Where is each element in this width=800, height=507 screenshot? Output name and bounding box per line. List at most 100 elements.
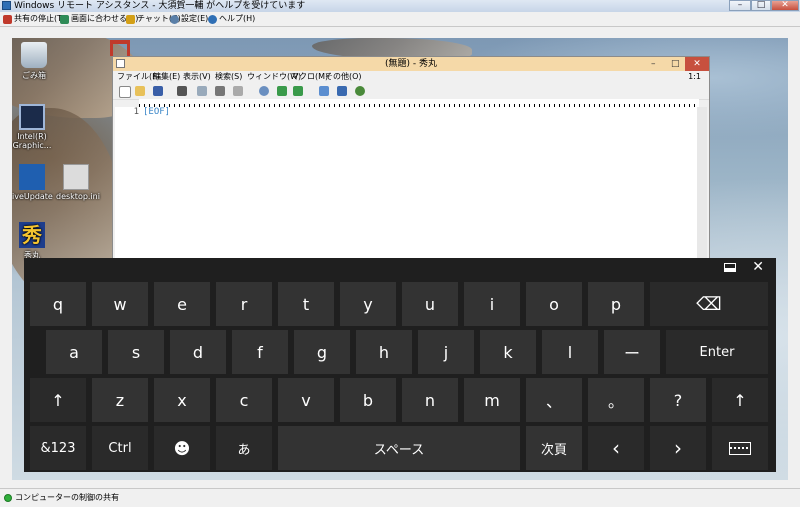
help-button[interactable]: ヘルプ(H) (208, 12, 255, 26)
search-icon[interactable] (259, 86, 269, 96)
key-n[interactable]: n (402, 378, 458, 422)
key-s[interactable]: s (108, 330, 164, 374)
recycle-bin-icon (21, 42, 47, 68)
editor-maximize-button[interactable]: □ (671, 59, 680, 69)
window-titlebar: Windows リモート アシスタンス - 大須賀一輔 がヘルプを受けています … (0, 0, 800, 12)
key-f[interactable]: f (232, 330, 288, 374)
key-x[interactable]: x (154, 378, 210, 422)
stop-share-icon (3, 14, 12, 24)
desktop-icon-intel-graphics[interactable]: Intel(R) Graphic... (12, 104, 52, 150)
help-label: ヘルプ(H) (219, 14, 256, 23)
window-icon[interactable] (337, 86, 347, 96)
key-v[interactable]: v (278, 378, 334, 422)
touch-keyboard: ✕ q w e r t y u i o p ⌫ a s d f g h j k … (24, 258, 776, 472)
key-q[interactable]: q (30, 282, 86, 326)
hidemaru-icon: 秀 (19, 222, 45, 248)
menu-macro[interactable]: マクロ(M) (291, 71, 328, 83)
key-c[interactable]: c (216, 378, 272, 422)
macro-icon[interactable] (355, 86, 365, 96)
right-arrow-key[interactable]: › (650, 426, 706, 470)
menu-search[interactable]: 検索(S) (215, 71, 242, 83)
key-l[interactable]: l (542, 330, 598, 374)
key-w[interactable]: w (92, 282, 148, 326)
key-m[interactable]: m (464, 378, 520, 422)
settings-icon (170, 14, 179, 24)
key-a[interactable]: a (46, 330, 102, 374)
key-question[interactable]: ? (650, 378, 706, 422)
shift-key-right[interactable]: ↑ (712, 378, 768, 422)
cursor-position: 1:1 (688, 72, 701, 81)
key-z[interactable]: z (92, 378, 148, 422)
desktop-icon-liveupdate[interactable]: iveUpdate (12, 164, 53, 201)
undo-icon[interactable] (177, 86, 187, 96)
menu-view[interactable]: 表示(V) (183, 71, 211, 83)
kana-key[interactable]: あ (216, 426, 272, 470)
enter-key[interactable]: Enter (666, 330, 768, 374)
key-u[interactable]: u (402, 282, 458, 326)
key-r[interactable]: r (216, 282, 272, 326)
desktop-icon-recycle-bin[interactable]: ごみ箱 (14, 42, 54, 81)
copy-icon[interactable] (197, 86, 207, 96)
asus-icon (19, 164, 45, 190)
key-period[interactable]: 。 (588, 378, 644, 422)
key-y[interactable]: y (340, 282, 396, 326)
eof-marker: [EOF] (143, 107, 171, 117)
key-p[interactable]: p (588, 282, 644, 326)
cut-icon[interactable] (215, 86, 225, 96)
key-b[interactable]: b (340, 378, 396, 422)
key-g[interactable]: g (294, 330, 350, 374)
search-down-icon[interactable] (277, 86, 287, 96)
status-text: コンピューターの制御の共有 (15, 493, 119, 502)
stop-share-button[interactable]: 共有の停止(T) (3, 12, 65, 26)
keyboard-close-button[interactable]: ✕ (752, 259, 764, 275)
file-icon (63, 164, 89, 190)
status-bar: コンピューターの制御の共有 (0, 488, 800, 507)
line-number: 1 (133, 107, 139, 117)
key-d[interactable]: d (170, 330, 226, 374)
key-h[interactable]: h (356, 330, 412, 374)
desktop-icon-desktop-ini[interactable]: desktop.ini (56, 164, 100, 201)
menu-edit[interactable]: 編集(E) (153, 71, 180, 83)
key-j[interactable]: j (418, 330, 474, 374)
emoji-icon[interactable]: ☻ (154, 426, 210, 470)
numsym-key[interactable]: &123 (30, 426, 86, 470)
left-arrow-key[interactable]: ‹ (588, 426, 644, 470)
torii-gate (110, 40, 130, 56)
menu-other[interactable]: その他(O) (325, 71, 362, 83)
key-k[interactable]: k (480, 330, 536, 374)
key-comma[interactable]: 、 (526, 378, 582, 422)
key-t[interactable]: t (278, 282, 334, 326)
space-key[interactable]: スペース (278, 426, 520, 470)
save-icon[interactable] (153, 86, 163, 96)
editor-ruler (139, 99, 699, 107)
key-long-vowel[interactable]: ー (604, 330, 660, 374)
connection-status-icon (4, 494, 12, 502)
search-up-icon[interactable] (293, 86, 303, 96)
key-e[interactable]: e (154, 282, 210, 326)
paste-icon[interactable] (233, 86, 243, 96)
close-button[interactable]: ✕ (771, 0, 799, 11)
settings-button[interactable]: 設定(E) (170, 12, 208, 26)
chat-icon (126, 14, 135, 24)
remote-assistance-icon (2, 1, 11, 10)
new-file-icon[interactable] (119, 86, 131, 98)
fit-screen-icon (60, 14, 69, 24)
key-i[interactable]: i (464, 282, 520, 326)
editor-close-button[interactable]: ✕ (685, 57, 709, 71)
editor-minimize-button[interactable]: – (651, 59, 656, 69)
ctrl-key[interactable]: Ctrl (92, 426, 148, 470)
window-title: Windows リモート アシスタンス - 大須賀一輔 がヘルプを受けています (14, 1, 306, 11)
open-folder-icon[interactable] (135, 86, 145, 96)
minimize-button[interactable]: – (729, 0, 751, 11)
backspace-key[interactable]: ⌫ (650, 282, 768, 326)
keyboard-switch-key[interactable] (712, 426, 768, 470)
maximize-button[interactable]: □ (751, 0, 771, 11)
desktop-icon-hidemaru[interactable]: 秀 秀丸 (12, 222, 52, 261)
keyboard-icon (729, 441, 751, 455)
grep-icon[interactable] (319, 86, 329, 96)
dock-keyboard-icon[interactable] (724, 263, 736, 272)
monitor-icon (19, 104, 45, 130)
shift-key-left[interactable]: ↑ (30, 378, 86, 422)
next-page-key[interactable]: 次頁 (526, 426, 582, 470)
key-o[interactable]: o (526, 282, 582, 326)
